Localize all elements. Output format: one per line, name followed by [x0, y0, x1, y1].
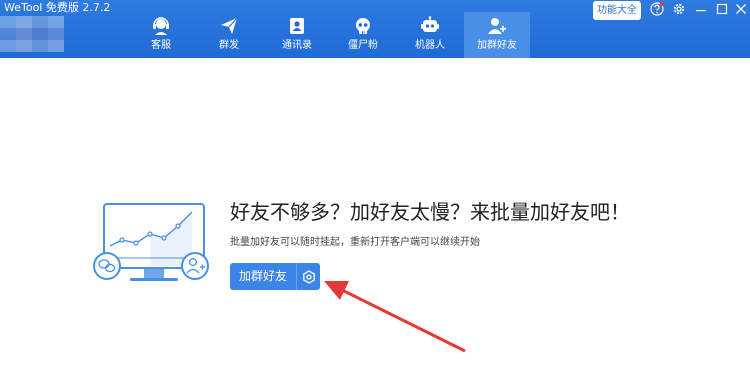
- robot-icon: [421, 16, 439, 32]
- contacts-icon: [290, 18, 304, 34]
- user-avatar[interactable]: [0, 16, 64, 52]
- skull-icon: [356, 18, 370, 34]
- tab-contacts[interactable]: 通讯录: [264, 12, 330, 58]
- tab-add-group-friends[interactable]: 加群好友: [464, 12, 530, 58]
- gear-icon[interactable]: [672, 2, 686, 16]
- tab-label: 加群好友: [477, 40, 517, 51]
- hexagon-settings-icon: [303, 270, 315, 284]
- app-title: WeTool 免费版 2.7.2: [4, 1, 111, 14]
- tab-label: 客服: [151, 40, 171, 51]
- title-bar: WeTool 免费版 2.7.2 客服 群发 通讯录 僵尸粉 机器人 加群好友 …: [0, 0, 750, 58]
- maximize-icon[interactable]: [715, 2, 729, 16]
- add-group-friends-button[interactable]: 加群好友: [230, 263, 296, 290]
- minimize-icon[interactable]: [694, 2, 708, 16]
- page-subtext: 批量加好友可以随时挂起，重新打开客户端可以继续开始: [230, 237, 480, 248]
- tab-label: 僵尸粉: [348, 40, 378, 51]
- tab-label: 群发: [219, 40, 239, 51]
- feature-list-button[interactable]: 功能大全: [593, 1, 641, 20]
- settings-button[interactable]: [296, 263, 320, 290]
- customer-service-icon: [153, 17, 169, 35]
- tab-label: 通讯录: [282, 40, 312, 51]
- tab-customer-service[interactable]: 客服: [128, 12, 194, 58]
- add-friend-icon: [488, 18, 506, 34]
- monitor-illustration: [93, 203, 209, 281]
- tab-label: 机器人: [415, 40, 445, 51]
- tab-mass-send[interactable]: 群发: [196, 12, 262, 58]
- close-icon[interactable]: [734, 2, 748, 16]
- help-icon[interactable]: [650, 2, 664, 16]
- red-arrow-annotation: [324, 281, 466, 353]
- paper-plane-icon: [221, 17, 238, 34]
- tab-robot[interactable]: 机器人: [397, 12, 463, 58]
- tab-zombie-fans[interactable]: 僵尸粉: [330, 12, 396, 58]
- page-headline: 好友不够多？加好友太慢？来批量加好友吧！: [230, 200, 630, 224]
